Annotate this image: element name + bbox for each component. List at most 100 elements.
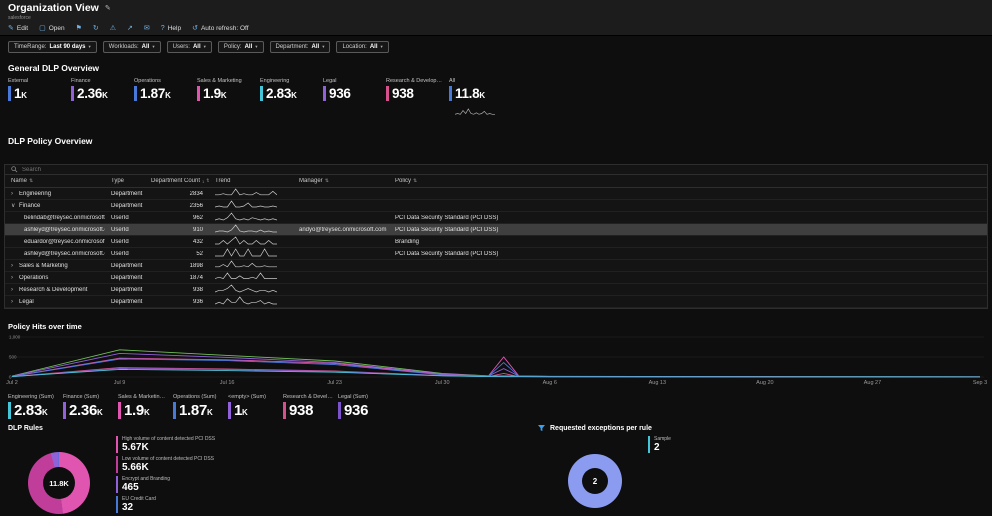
kpi-card-operations[interactable]: Operations 1.87K <box>134 78 192 121</box>
filter-users[interactable]: Users: All ▾ <box>166 41 212 53</box>
legend-swatch <box>116 476 118 493</box>
rename-pencil-icon[interactable]: ✎ <box>105 4 111 12</box>
legend-item-encrypt-and-branding[interactable]: Encrypt and Branding 465 <box>116 476 215 493</box>
column-header-trend[interactable]: Trend <box>209 178 293 184</box>
kpi-value: 1.87K <box>173 402 223 419</box>
toolbar: ✎ Edit ▢ Open ⚑ ↻ ⚠ ↗ ✉ ? Help ↺ Auto re… <box>0 22 992 36</box>
kpi-label: Engineering (Sum) <box>8 394 54 400</box>
requested-exceptions-title: Requested exceptions per rule <box>538 425 984 432</box>
policy-hits-chart[interactable]: 1,000 500 0 <box>8 335 984 380</box>
expand-icon[interactable]: › <box>11 287 16 293</box>
legend-swatch <box>116 456 118 473</box>
kpi-label: External <box>8 78 29 84</box>
name-cell: eduardor@treysec.onmicrosoft.com <box>5 239 105 245</box>
legend-item-eu-credit-card[interactable]: EU Credit Card 32 <box>116 496 215 513</box>
kpi-value: 938 <box>283 402 333 419</box>
collapse-icon[interactable]: ∨ <box>11 202 16 209</box>
expand-icon[interactable]: › <box>11 299 16 305</box>
trend-sparkline <box>215 188 278 196</box>
kpi-card-finance[interactable]: Finance 2.36K <box>71 78 129 121</box>
kpi-card-sales-marketing-sum[interactable]: Sales & Marketing (Sum) 1.9K <box>118 394 168 419</box>
trend-sparkline <box>214 200 278 208</box>
kpi-card-external[interactable]: External 1K <box>8 78 66 121</box>
row-count: 2834 <box>189 190 203 197</box>
kpi-card-finance-sum[interactable]: Finance (Sum) 2.36K <box>63 394 113 419</box>
kpi-value: 1.9K <box>197 86 255 101</box>
workspace-subtitle: salesforce <box>8 15 31 21</box>
row-trend <box>209 236 293 247</box>
column-header-type[interactable]: Type <box>105 178 145 184</box>
expand-icon[interactable]: › <box>11 275 16 281</box>
search-input[interactable] <box>22 165 262 174</box>
table-row[interactable]: › Engineering Department 2834 <box>5 188 987 200</box>
kpi-card-engineering[interactable]: Engineering 2.83K <box>260 78 318 121</box>
kpi-number: 936 <box>329 86 351 101</box>
table-row[interactable]: › Legal Department 936 <box>5 296 987 308</box>
kpi-card-research-development-sum[interactable]: Research & Development (Sum) 938 <box>283 394 333 419</box>
comment-icon[interactable]: ✉ <box>144 25 150 32</box>
kpi-card-operations-sum[interactable]: Operations (Sum) 1.87K <box>173 394 223 419</box>
table-row[interactable]: belindab@treysec.onmicrosoft.com UserId 96… <box>5 212 987 224</box>
dlp-rules-donut[interactable]: 11.8K <box>28 452 90 514</box>
table-header: Name ⇅ Type Department Count 1 ⇅ Trend Manager ⇅… <box>5 175 987 188</box>
kpi-unit: K <box>143 408 150 417</box>
column-header-policy[interactable]: Policy ⇅ <box>389 178 729 184</box>
kpi-card-empty-sum[interactable]: <empty> (Sum) 1K <box>228 394 278 419</box>
table-row[interactable]: › Sales & Marketing Department 1898 <box>5 260 987 272</box>
filter-policy[interactable]: Policy: All ▾ <box>217 41 264 53</box>
table-row[interactable]: ashleyd@treysec.onmicrosoft.com UserId 52 P… <box>5 248 987 260</box>
requested-exceptions-donut[interactable]: 2 <box>568 454 622 508</box>
kpi-card-engineering-sum[interactable]: Engineering (Sum) 2.83K <box>8 394 58 419</box>
trend-sparkline <box>214 284 278 293</box>
row-name: belindab@treysec.onmicrosoft.com <box>24 214 105 221</box>
filter-timerange[interactable]: TimeRange: Last 90 days ▾ <box>8 41 97 53</box>
bottom-charts: DLP Rules 11.8K High volume of content d… <box>0 419 992 516</box>
table-row[interactable]: ashleyd@treysec.onmicrosoft.com UserId 910… <box>5 224 987 236</box>
column-label: Policy <box>395 178 412 184</box>
help-button[interactable]: ? Help <box>161 25 181 32</box>
table-row[interactable]: eduardor@treysec.onmicrosoft.com UserId 43… <box>5 236 987 248</box>
edit-button[interactable]: ✎ Edit <box>8 25 28 32</box>
share-icon[interactable]: ↗ <box>127 25 133 32</box>
kpi-unit: K <box>291 91 297 100</box>
filter-location[interactable]: Location: All ▾ <box>336 41 389 53</box>
legend-item-high-volume-of-content-detected-pci-dss[interactable]: High volume of content detected PCI DSS 5… <box>116 436 215 453</box>
kpi-number: 936 <box>344 402 369 419</box>
column-header-name[interactable]: Name ⇅ <box>5 178 105 184</box>
kpi-card-legal[interactable]: Legal 936 <box>323 78 381 121</box>
chevron-down-icon: ▾ <box>322 44 325 49</box>
kpi-card-legal-sum[interactable]: Legal (Sum) 936 <box>338 394 388 419</box>
kpi-number: 1.9K <box>203 86 227 101</box>
kpi-card-sales-marketing[interactable]: Sales & Marketing 1.9K <box>197 78 255 121</box>
auto-refresh-toggle[interactable]: ↺ Auto refresh: Off <box>192 25 248 32</box>
kpi-number: 2.36K <box>69 402 103 419</box>
table-row[interactable]: › Research & Development Department 938 <box>5 284 987 296</box>
filter-department[interactable]: Department: All ▾ <box>269 41 331 53</box>
reset-icon[interactable]: ↻ <box>93 25 99 32</box>
filter-workloads[interactable]: Workloads: All ▾ <box>102 41 161 53</box>
open-button[interactable]: ▢ Open <box>39 25 65 32</box>
filter-label: Workloads: <box>108 44 139 50</box>
kpi-value: 1K <box>228 402 278 419</box>
x-axis-label: Sep 3 <box>972 380 988 386</box>
kpi-label: Sales & Marketing (Sum) <box>118 394 168 400</box>
open-icon: ▢ <box>39 25 46 32</box>
kpi-label: Research & Development <box>386 78 444 84</box>
alert-icon[interactable]: ⚠ <box>110 25 116 32</box>
legend-value: 5.67K <box>122 442 149 453</box>
legend-item-sample[interactable]: Sample 2 <box>648 436 671 453</box>
bookmark-icon[interactable]: ⚑ <box>76 25 82 32</box>
table-row[interactable]: ∨ Finance Department 2356 <box>5 200 987 212</box>
legend-item-low-volume-of-content-detected-pci-dss[interactable]: Low volume of content detected PCI DSS 5.… <box>116 456 215 473</box>
column-header-department-count[interactable]: Department Count 1 ⇅ <box>145 178 209 184</box>
trend-sparkline <box>214 224 277 233</box>
kpi-card-research-development[interactable]: Research & Development 938 <box>386 78 444 121</box>
column-header-manager[interactable]: Manager ⇅ <box>293 178 389 184</box>
expand-icon[interactable]: › <box>11 191 16 197</box>
table-row[interactable]: › Operations Department 1874 <box>5 272 987 284</box>
legend-swatch <box>116 436 118 453</box>
requested-exceptions-total: 2 <box>582 468 608 494</box>
row-count: 962 <box>192 214 203 221</box>
kpi-card-all[interactable]: All 11.8K <box>449 78 507 121</box>
expand-icon[interactable]: › <box>11 263 16 269</box>
